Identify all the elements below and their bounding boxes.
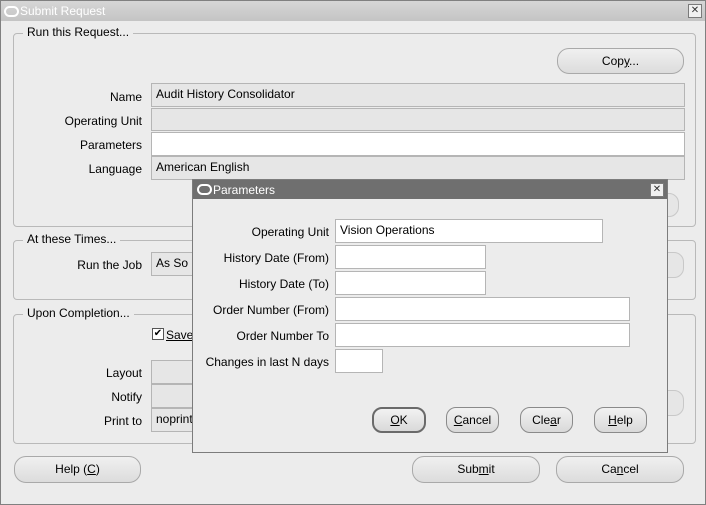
submit-button[interactable]: Submit	[412, 456, 540, 483]
dlg-cancel-button[interactable]: Cancel	[446, 407, 499, 433]
name-field[interactable]: Audit History Consolidator	[151, 83, 685, 107]
parameters-titlebar: Parameters ✕	[193, 180, 667, 199]
order-to-field[interactable]	[335, 323, 630, 347]
oracle-logo-icon	[197, 184, 212, 195]
parameters-close-button[interactable]: ✕	[650, 183, 664, 197]
history-to-label: History Date (To)	[238, 277, 329, 291]
submit-request-window: Submit Request ✕ Run this Request... Cop…	[0, 0, 706, 505]
oracle-logo-icon	[4, 6, 19, 17]
parameters-label: Parameters	[79, 138, 142, 152]
save-label: Save	[166, 328, 194, 342]
history-to-field[interactable]	[335, 271, 486, 295]
language-label: Language	[88, 162, 142, 176]
run-job-label: Run the Job	[77, 258, 142, 272]
window-title: Submit Request	[20, 4, 106, 18]
print-to-label: Print to	[103, 414, 142, 428]
parameters-dialog: Parameters ✕ Operating Unit Vision Opera…	[192, 179, 668, 453]
dlg-help-button[interactable]: Help	[594, 407, 647, 433]
name-label: Name	[109, 90, 142, 104]
clear-button[interactable]: Clear	[520, 407, 573, 433]
completion-legend: Upon Completion...	[23, 306, 134, 320]
copy-button[interactable]: Copy...	[557, 48, 684, 74]
order-from-field[interactable]	[335, 297, 630, 321]
dlg-operating-unit-label: Operating Unit	[251, 225, 329, 239]
help-button[interactable]: Help (C)	[14, 456, 141, 483]
changes-field[interactable]	[335, 349, 383, 373]
cancel-button[interactable]: Cancel	[556, 456, 684, 483]
operating-unit-label: Operating Unit	[64, 114, 142, 128]
parameters-field[interactable]	[151, 132, 685, 156]
run-request-legend: Run this Request...	[23, 25, 134, 39]
history-from-label: History Date (From)	[223, 251, 329, 265]
dlg-operating-unit-field[interactable]: Vision Operations	[335, 219, 603, 243]
order-to-label: Order Number To	[236, 329, 329, 343]
ok-button[interactable]: OK	[372, 407, 426, 433]
order-from-label: Order Number (From)	[212, 303, 329, 317]
changes-label: Changes in last N days	[205, 355, 329, 369]
times-legend: At these Times...	[23, 232, 121, 246]
notify-label: Notify	[111, 390, 142, 404]
window-titlebar: Submit Request ✕	[1, 1, 705, 21]
operating-unit-field[interactable]	[151, 108, 685, 131]
language-field[interactable]: American English	[151, 156, 685, 180]
window-close-button[interactable]: ✕	[688, 4, 702, 18]
save-checkbox[interactable]: ✔	[152, 328, 164, 340]
layout-label: Layout	[105, 366, 142, 380]
history-from-field[interactable]	[335, 245, 486, 269]
parameters-title: Parameters	[213, 183, 276, 197]
